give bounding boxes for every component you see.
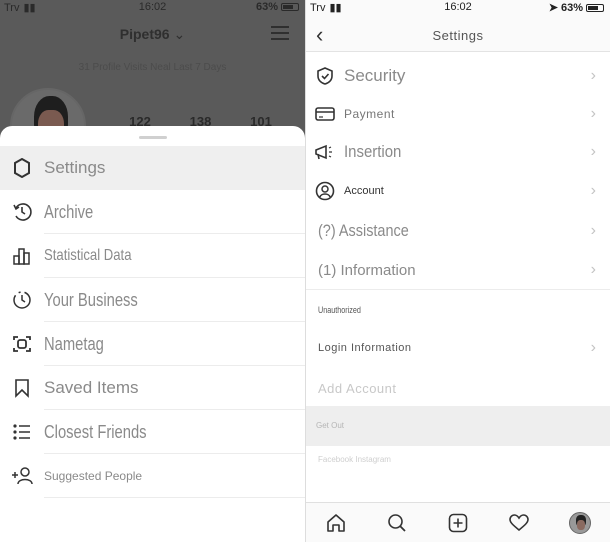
settings-item-information[interactable]: (1) Information › bbox=[306, 251, 610, 289]
menu-item-archive[interactable]: Archive bbox=[0, 190, 305, 234]
chevron-right-icon: › bbox=[590, 105, 596, 122]
section-unauthorized: Unauthorized bbox=[318, 305, 361, 315]
list-icon bbox=[0, 422, 44, 442]
battery-percent: 63% bbox=[560, 1, 583, 14]
home-icon[interactable] bbox=[321, 513, 351, 533]
profile-screen: Trv ▮▮ 16:02 63% Pipet96 ⌄ 31 Profile Vis… bbox=[0, 0, 305, 542]
get-out-button[interactable]: Get Out bbox=[306, 406, 610, 446]
settings-icon bbox=[0, 158, 44, 178]
status-bar: Trv ▮▮ 16:02 ➤ 63% bbox=[306, 0, 610, 16]
menu-icon[interactable] bbox=[271, 26, 289, 40]
heart-icon[interactable] bbox=[504, 513, 534, 532]
info-icon: (1) Information bbox=[318, 261, 416, 279]
battery-percent: 63% bbox=[255, 1, 278, 13]
battery-icon bbox=[586, 3, 604, 12]
bookmark-icon bbox=[0, 378, 44, 398]
archive-icon bbox=[0, 202, 44, 222]
help-icon: (?) Assistance bbox=[318, 221, 409, 240]
settings-item-insertion[interactable]: Insertion › bbox=[306, 133, 610, 171]
status-bar: Trv ▮▮ 16:02 63% bbox=[0, 0, 305, 16]
chevron-right-icon: › bbox=[590, 182, 596, 199]
login-information-button[interactable]: Login Information › bbox=[306, 329, 610, 367]
page-title: Settings bbox=[432, 28, 484, 43]
nav-bar: ‹ Settings bbox=[306, 16, 610, 52]
megaphone-icon bbox=[306, 143, 344, 161]
shield-icon bbox=[306, 66, 344, 86]
menu-item-settings[interactable]: Settings bbox=[0, 146, 305, 190]
add-person-icon bbox=[0, 466, 44, 486]
menu-item-your-business[interactable]: Your Business bbox=[0, 278, 305, 322]
insights-icon bbox=[0, 246, 44, 266]
settings-item-account[interactable]: Account › bbox=[306, 172, 610, 210]
chevron-right-icon: › bbox=[590, 143, 596, 160]
chevron-right-icon: › bbox=[590, 261, 596, 278]
battery-icon bbox=[281, 3, 299, 11]
chevron-right-icon: › bbox=[590, 339, 596, 356]
chevron-right-icon: › bbox=[590, 67, 596, 84]
nametag-icon bbox=[0, 334, 44, 354]
divider bbox=[306, 289, 610, 290]
activity-icon bbox=[0, 290, 44, 310]
settings-item-security[interactable]: Security › bbox=[306, 57, 610, 95]
avatar bbox=[568, 511, 591, 534]
card-icon bbox=[306, 106, 344, 122]
menu-item-statistical-data[interactable]: Statistical Data bbox=[0, 234, 305, 278]
settings-item-assistance[interactable]: (?) Assistance › bbox=[306, 212, 610, 250]
search-icon[interactable] bbox=[382, 513, 412, 533]
options-sheet: Settings Archive Statistical Data Your B… bbox=[0, 126, 305, 542]
new-post-icon[interactable] bbox=[443, 513, 473, 533]
profile-visits: 31 Profile Visits Neal Last 7 Days bbox=[78, 62, 227, 73]
footer-brand: Facebook Instagram bbox=[318, 455, 391, 464]
menu-item-closest-friends[interactable]: Closest Friends bbox=[0, 410, 305, 454]
profile-tab[interactable] bbox=[565, 511, 595, 534]
menu-item-saved-items[interactable]: Saved Items bbox=[0, 366, 305, 410]
profile-username[interactable]: Pipet96 ⌄ bbox=[0, 26, 305, 43]
add-account-button[interactable]: Add Account bbox=[306, 369, 610, 407]
menu-item-nametag[interactable]: Nametag bbox=[0, 322, 305, 366]
drag-handle[interactable] bbox=[138, 136, 167, 139]
settings-screen: Trv ▮▮ 16:02 ➤ 63% ‹ Settings Security › P… bbox=[305, 0, 610, 542]
account-icon bbox=[306, 181, 344, 201]
chevron-right-icon: › bbox=[590, 222, 596, 239]
menu-item-suggested-people[interactable]: Suggested People bbox=[0, 454, 305, 498]
tab-bar bbox=[306, 502, 610, 542]
location-icon: ➤ bbox=[548, 2, 558, 14]
settings-item-payment[interactable]: Payment › bbox=[306, 95, 610, 133]
